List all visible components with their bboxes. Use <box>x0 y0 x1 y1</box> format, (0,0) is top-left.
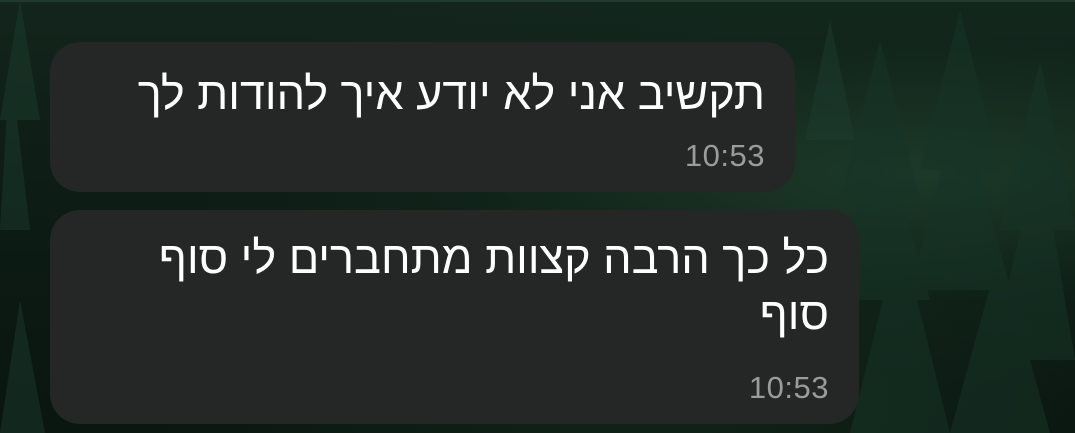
message-timestamp: 10:53 <box>684 138 765 173</box>
message-bubble[interactable]: תקשיב אני לא יודע איך להודות לך 10:53 <box>50 42 795 192</box>
message-bubble[interactable]: כל כך הרבה קצוות מתחברים לי סוף סוף 10:5… <box>50 210 859 424</box>
top-edge <box>0 0 1075 2</box>
message-text: כל כך הרבה קצוות מתחברים לי סוף סוף <box>158 232 829 339</box>
message-text: תקשיב אני לא יודע איך להודות לך <box>137 68 765 119</box>
message-timestamp: 10:53 <box>748 370 829 405</box>
